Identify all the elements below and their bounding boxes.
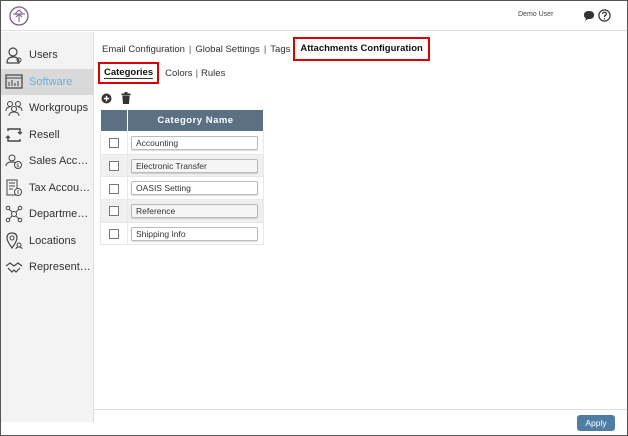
sales-accounts-icon: $	[5, 154, 22, 169]
tab-attachments-configuration[interactable]: Attachments Configuration	[293, 37, 430, 61]
subtab-categories[interactable]: Categories	[98, 62, 160, 84]
table-header-row: Category Name	[100, 109, 264, 132]
subtab-colors[interactable]: Colors	[165, 68, 192, 79]
sidebar-item-software[interactable]: Software	[1, 69, 94, 95]
top-header: Demo User	[1, 1, 627, 31]
tab-email-configuration[interactable]: Email Configuration	[102, 44, 185, 55]
row-select-cell	[100, 131, 128, 155]
software-icon	[5, 74, 23, 89]
category-name-cell: Shipping Info	[127, 221, 264, 246]
user-icon	[6, 47, 22, 64]
sidebar-item-representatives[interactable]: Representatives	[1, 254, 94, 280]
sidebar-item-tax-accounts[interactable]: Tax Accounts	[1, 175, 94, 201]
subtab-categories-label: Categories	[104, 67, 154, 79]
apply-button[interactable]: Apply	[577, 415, 615, 431]
tab-global-settings[interactable]: Global Settings	[195, 44, 259, 55]
tab-separator: |	[195, 67, 199, 79]
tab-tags[interactable]: Tags	[270, 44, 290, 55]
category-name-input[interactable]: Accounting	[131, 135, 258, 150]
tab-separator: |	[188, 43, 192, 55]
app-frame	[0, 0, 628, 436]
category-name-input[interactable]: OASIS Setting	[131, 181, 258, 196]
category-name-cell: Electronic Transfer	[127, 153, 264, 178]
row-select-cell	[100, 153, 128, 178]
row-select-cell	[100, 176, 128, 201]
row-checkbox[interactable]	[109, 183, 119, 194]
row-select-cell	[100, 221, 128, 246]
row-checkbox[interactable]	[109, 160, 119, 171]
attachments-subtabs: Categories Colors | Rules	[98, 62, 225, 84]
row-checkbox[interactable]	[109, 228, 119, 239]
table-row: Accounting	[100, 131, 264, 155]
representatives-icon	[5, 262, 23, 273]
row-select-cell	[100, 199, 128, 223]
locations-icon	[6, 232, 23, 250]
departments-icon	[5, 205, 23, 223]
footer-bar	[94, 409, 627, 435]
logo-icon[interactable]	[9, 6, 29, 26]
category-name-cell: Reference	[127, 199, 264, 223]
subtab-rules[interactable]: Rules	[201, 68, 225, 79]
row-checkbox[interactable]	[109, 138, 119, 149]
resell-icon	[5, 128, 23, 142]
category-name-input[interactable]: Shipping Info	[131, 226, 258, 241]
sidebar: Users Software Workgroups Resell $ Sales…	[1, 32, 94, 422]
trash-icon[interactable]	[121, 92, 131, 104]
add-icon[interactable]	[101, 93, 112, 104]
sidebar-item-locations[interactable]: Locations	[1, 228, 94, 254]
table-row: Reference	[100, 199, 264, 223]
sidebar-item-departments[interactable]: Departments	[1, 201, 94, 227]
sidebar-item-users[interactable]: Users	[1, 42, 94, 68]
sidebar-item-workgroups[interactable]: Workgroups	[1, 95, 94, 121]
category-name-column-header[interactable]: Category Name	[127, 109, 264, 132]
svg-text:$: $	[16, 163, 19, 169]
user-name[interactable]: Demo User	[518, 11, 553, 18]
row-checkbox[interactable]	[109, 206, 119, 217]
sidebar-item-resell[interactable]: Resell	[1, 122, 94, 148]
table-row: Electronic Transfer	[100, 153, 264, 178]
select-column-header	[100, 109, 128, 132]
workgroups-icon	[5, 101, 23, 117]
categories-table: Category Name Accounting Electronic Tran…	[100, 109, 264, 246]
category-name-input[interactable]: Reference	[131, 203, 258, 218]
category-name-cell: OASIS Setting	[127, 176, 264, 201]
table-row: Shipping Info	[100, 221, 264, 246]
sidebar-item-sales-accounts[interactable]: $ Sales Accounts	[1, 148, 94, 174]
chat-icon[interactable]	[583, 10, 595, 22]
category-name-cell: Accounting	[127, 131, 264, 155]
tax-accounts-icon	[6, 179, 22, 196]
category-name-input[interactable]: Electronic Transfer	[131, 158, 258, 173]
settings-tabs: Email Configuration | Global Settings | …	[102, 37, 430, 61]
tab-separator: |	[263, 43, 267, 55]
table-row: OASIS Setting	[100, 176, 264, 201]
help-icon[interactable]	[598, 9, 611, 22]
